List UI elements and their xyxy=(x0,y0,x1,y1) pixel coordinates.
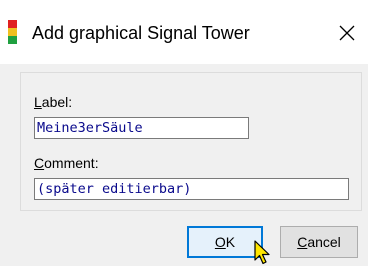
label-field-caption: Label: xyxy=(34,94,72,111)
dialog-title: Add graphical Signal Tower xyxy=(32,23,250,43)
signal-green-light xyxy=(8,36,17,44)
title-bar[interactable]: Add graphical Signal Tower xyxy=(0,0,368,64)
mouse-pointer-icon xyxy=(254,240,276,266)
close-icon xyxy=(339,25,355,41)
cancel-mnemonic: C xyxy=(297,234,308,250)
signal-red-light xyxy=(8,20,17,28)
ok-mnemonic: O xyxy=(214,234,226,250)
cancel-label-rest: ancel xyxy=(307,234,341,250)
comment-input[interactable] xyxy=(34,178,349,200)
cancel-button[interactable]: Cancel xyxy=(280,226,358,258)
label-caption-rest: abel: xyxy=(41,94,73,110)
label-input[interactable] xyxy=(34,117,249,139)
signal-tower-icon xyxy=(8,20,17,44)
comment-field-caption: Comment: xyxy=(34,155,99,172)
signal-yellow-light xyxy=(8,28,17,36)
comment-caption-rest: omment: xyxy=(44,155,99,171)
ok-button[interactable]: OK xyxy=(187,226,263,258)
close-button[interactable] xyxy=(332,18,362,48)
comment-mnemonic: C xyxy=(34,155,45,171)
ok-label-rest: K xyxy=(225,234,236,250)
label-mnemonic: L xyxy=(34,94,42,110)
